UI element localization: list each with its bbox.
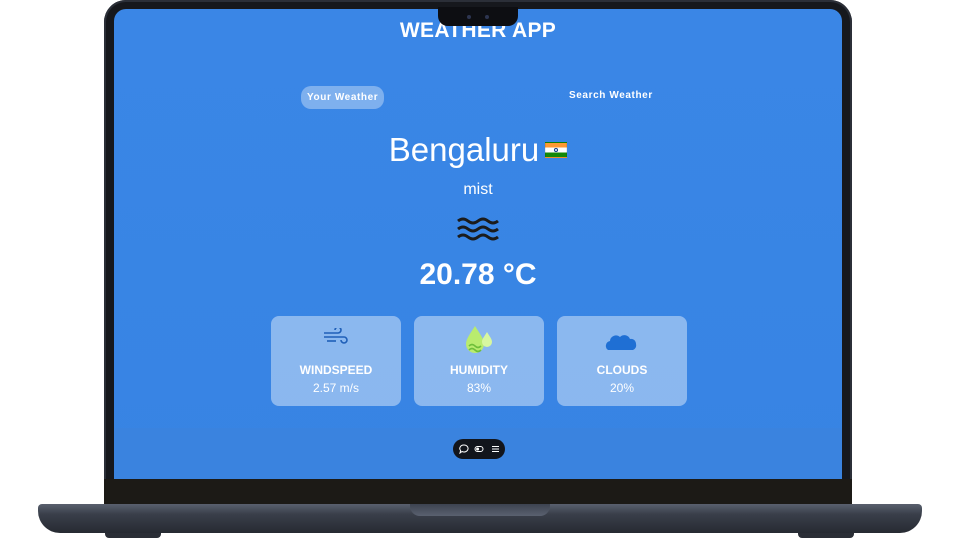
floating-toolbar bbox=[453, 439, 505, 459]
laptop-foot-left bbox=[105, 533, 161, 538]
chat-icon[interactable] bbox=[458, 444, 469, 454]
windspeed-value: 2.57 m/s bbox=[312, 381, 360, 395]
city-name: Bengaluru bbox=[388, 131, 540, 168]
laptop-foot-right bbox=[798, 533, 854, 538]
clouds-value: 20% bbox=[609, 381, 635, 395]
laptop-hinge bbox=[104, 479, 852, 504]
laptop-trackpad-lip bbox=[410, 504, 550, 516]
humidity-label: HUMIDITY bbox=[450, 363, 508, 377]
wind-icon bbox=[324, 328, 348, 344]
toggle-icon[interactable] bbox=[474, 444, 484, 454]
camera-notch bbox=[438, 7, 518, 26]
cloud-icon bbox=[605, 335, 637, 350]
mist-icon bbox=[457, 217, 499, 241]
app-screen: WEATHER APP Your Weather Search Weather … bbox=[114, 9, 842, 479]
temperature: 20.78 °C bbox=[419, 258, 537, 291]
menu-icon[interactable] bbox=[490, 444, 500, 454]
tab-search-weather[interactable]: Search Weather bbox=[569, 90, 653, 101]
tab-your-weather[interactable]: Your Weather bbox=[301, 86, 385, 109]
windspeed-label: WINDSPEED bbox=[299, 363, 373, 377]
humidity-card: HUMIDITY 83% bbox=[414, 316, 544, 406]
windspeed-card: WINDSPEED 2.57 m/s bbox=[271, 316, 401, 406]
city-heading: Bengaluru bbox=[114, 131, 842, 169]
humidity-value: 83% bbox=[466, 381, 492, 395]
humidity-icon bbox=[466, 326, 492, 353]
clouds-label: CLOUDS bbox=[596, 363, 648, 377]
clouds-card: CLOUDS 20% bbox=[557, 316, 687, 406]
weather-condition: mist bbox=[463, 181, 493, 198]
india-flag-icon bbox=[545, 142, 568, 158]
